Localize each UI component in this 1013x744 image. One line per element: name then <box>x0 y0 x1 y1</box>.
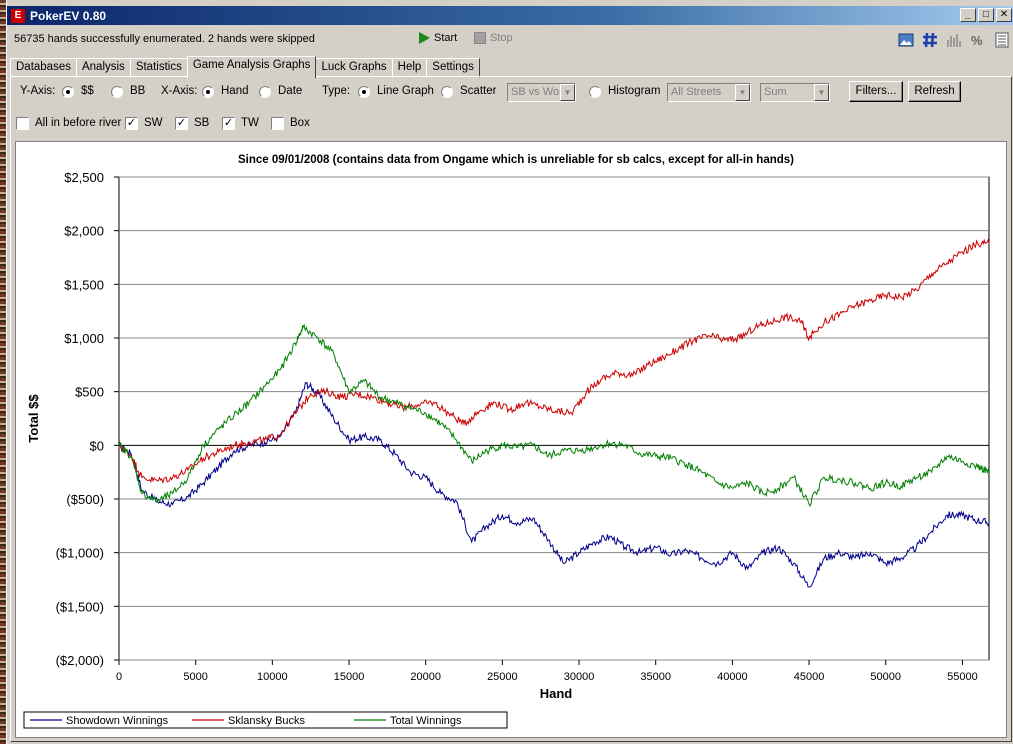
type-scatter-label: Scatter <box>460 85 497 97</box>
y-tick-label: ($1,000) <box>56 546 104 561</box>
sb-label: SB <box>194 117 210 129</box>
stop-button[interactable]: Stop <box>474 32 513 44</box>
x-tick-label: 35000 <box>640 671 671 683</box>
minimize-button[interactable]: _ <box>960 8 976 22</box>
y-tick-label: ($500) <box>66 492 104 507</box>
tab-statistics[interactable]: Statistics <box>129 58 188 78</box>
yaxis-bb-radio[interactable] <box>111 86 123 98</box>
legend-label: Showdown Winnings <box>66 715 169 727</box>
play-icon <box>419 32 430 44</box>
image-icon[interactable] <box>898 32 914 48</box>
x-tick-label: 5000 <box>183 671 207 683</box>
box-label: Box <box>290 117 310 129</box>
refresh-button[interactable]: Refresh <box>908 81 961 102</box>
pokerev-window: E PokerEV 0.80 _ □ ✕ 56735 hands success… <box>6 0 1013 744</box>
yaxis-bb-label: BB <box>130 85 146 97</box>
y-tick-label: $2,500 <box>64 170 104 185</box>
type-label: Type: <box>322 85 351 97</box>
list-icon[interactable] <box>994 32 1010 48</box>
toolbar: 56735 hands successfully enumerated. 2 h… <box>7 27 1013 53</box>
allin-label: All in before river <box>35 117 122 129</box>
stop-icon <box>474 32 486 44</box>
y-tick-label: ($1,500) <box>56 599 104 614</box>
sum-select-value: Sum <box>764 86 787 98</box>
chart-title: Since 09/01/2008 (contains data from Ong… <box>238 154 794 166</box>
type-histogram-radio[interactable] <box>589 86 601 98</box>
y-tick-label: $1,500 <box>64 277 104 292</box>
x-tick-label: 25000 <box>487 671 518 683</box>
x-tick-label: 30000 <box>564 671 595 683</box>
close-button[interactable]: ✕ <box>996 8 1012 22</box>
sb-checkbox[interactable]: ✓ <box>175 117 188 130</box>
streets-select-value: All Streets <box>671 86 722 98</box>
chevron-down-icon: ▼ <box>814 84 829 101</box>
x-tick-label: 55000 <box>947 671 978 683</box>
y-tick-label: ($2,000) <box>56 653 104 668</box>
x-axis-label: Hand <box>540 686 573 701</box>
svg-text:%: % <box>971 33 983 48</box>
scatter-select-value: SB vs Wo <box>511 86 560 98</box>
chevron-down-icon: ▼ <box>735 84 750 101</box>
tab-settings[interactable]: Settings <box>426 58 480 78</box>
app-logo-icon: E <box>11 8 25 23</box>
legend-label: Total Winnings <box>390 715 462 727</box>
percent-icon[interactable]: % <box>970 32 986 48</box>
allin-checkbox[interactable] <box>16 117 29 130</box>
scatter-select[interactable]: SB vs Wo ▼ <box>507 83 576 102</box>
y-tick-label: $0 <box>90 438 104 453</box>
x-tick-label: 20000 <box>410 671 441 683</box>
sw-label: SW <box>144 117 163 129</box>
graphs-panel: Y-Axis: $$ BB X-Axis: Hand Date Type: Li… <box>10 76 1012 742</box>
tab-help[interactable]: Help <box>391 58 428 78</box>
chart-area: Since 09/01/2008 (contains data from Ong… <box>15 141 1007 738</box>
start-button[interactable]: Start <box>419 32 457 44</box>
tab-luck-graphs[interactable]: Luck Graphs <box>315 58 393 78</box>
type-scatter-radio[interactable] <box>441 86 453 98</box>
x-tick-label: 40000 <box>717 671 748 683</box>
type-line-label: Line Graph <box>377 85 434 97</box>
status-message: 56735 hands successfully enumerated. 2 h… <box>14 33 315 45</box>
xaxis-date-label: Date <box>278 85 303 97</box>
tab-analysis[interactable]: Analysis <box>75 58 131 78</box>
yaxis-label: Y-Axis: <box>20 85 56 97</box>
streets-select[interactable]: All Streets ▼ <box>667 83 751 102</box>
x-tick-label: 15000 <box>334 671 365 683</box>
sum-select[interactable]: Sum ▼ <box>760 83 830 102</box>
tab-game-analysis-graphs[interactable]: Game Analysis Graphs <box>186 56 317 78</box>
yaxis-dollars-label: $$ <box>81 85 94 97</box>
xaxis-date-radio[interactable] <box>259 86 271 98</box>
y-axis-label: Total $$ <box>26 394 41 443</box>
type-histogram-label: Histogram <box>608 85 661 97</box>
xaxis-hand-radio[interactable] <box>202 86 214 98</box>
x-tick-label: 50000 <box>870 671 901 683</box>
winnings-line-chart: Since 09/01/2008 (contains data from Ong… <box>16 142 1006 737</box>
tab-strip: Databases Analysis Statistics Game Analy… <box>10 56 480 78</box>
x-tick-label: 45000 <box>794 671 825 683</box>
stop-label: Stop <box>490 32 513 44</box>
type-line-radio[interactable] <box>358 86 370 98</box>
bar-chart-icon[interactable] <box>946 32 962 48</box>
title-bar[interactable]: E PokerEV 0.80 _ □ ✕ <box>7 6 1013 25</box>
filters-button[interactable]: Filters... <box>849 81 903 102</box>
yaxis-dollars-radio[interactable] <box>62 86 74 98</box>
maximize-button[interactable]: □ <box>978 8 994 22</box>
x-tick-label: 0 <box>116 671 122 683</box>
chevron-down-icon: ▼ <box>560 84 575 101</box>
start-label: Start <box>434 32 458 44</box>
legend-label: Sklansky Bucks <box>228 715 306 727</box>
y-tick-label: $500 <box>75 385 104 400</box>
sw-checkbox[interactable]: ✓ <box>125 117 138 130</box>
tab-databases[interactable]: Databases <box>10 58 77 78</box>
window-title: PokerEV 0.80 <box>30 8 107 23</box>
tw-checkbox[interactable]: ✓ <box>222 117 235 130</box>
xaxis-hand-label: Hand <box>221 85 249 97</box>
tw-label: TW <box>241 117 259 129</box>
y-tick-label: $2,000 <box>64 224 104 239</box>
hash-icon[interactable] <box>922 32 938 48</box>
y-tick-label: $1,000 <box>64 331 104 346</box>
box-checkbox[interactable] <box>271 117 284 130</box>
x-tick-label: 10000 <box>257 671 288 683</box>
xaxis-label: X-Axis: <box>161 85 198 97</box>
chart-legend: Showdown Winnings Sklansky Bucks Total Win… <box>23 711 508 729</box>
